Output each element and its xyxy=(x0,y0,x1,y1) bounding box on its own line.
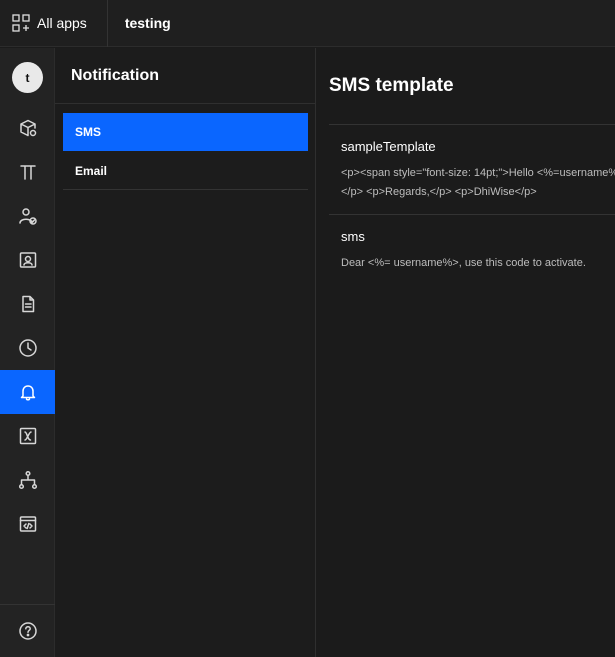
rail-item-notification[interactable] xyxy=(0,370,55,414)
template-card[interactable]: sms Dear <%= username%>, use this code t… xyxy=(329,214,615,294)
rail-item-models[interactable] xyxy=(0,106,55,150)
rail-item-flows[interactable] xyxy=(0,458,55,502)
notification-panel: Notification SMS Email xyxy=(55,48,316,657)
apps-grid-icon xyxy=(12,14,30,32)
sub-item-sms[interactable]: SMS xyxy=(63,113,308,151)
help-circle-icon xyxy=(18,622,37,640)
panel-title: Notification xyxy=(55,48,315,104)
clock-icon xyxy=(18,339,37,357)
user-check-icon xyxy=(18,208,37,225)
all-apps-label: All apps xyxy=(37,15,87,31)
document-icon xyxy=(21,295,34,313)
sub-item-email[interactable]: Email xyxy=(63,152,308,190)
template-name: sampleTemplate xyxy=(341,139,436,154)
template-card[interactable]: sampleTemplate <p><span style="font-size… xyxy=(329,124,615,214)
pi-icon xyxy=(19,165,36,180)
rail-item-code[interactable] xyxy=(0,502,55,546)
cube-gear-icon xyxy=(19,119,36,137)
rail-item-permissions[interactable] xyxy=(0,238,55,282)
rail-item-documents[interactable] xyxy=(0,282,55,326)
left-rail: t xyxy=(0,48,55,657)
rail-item-constants[interactable] xyxy=(0,150,55,194)
hierarchy-icon xyxy=(18,470,37,490)
bell-icon xyxy=(20,385,35,401)
rail-item-schedule[interactable] xyxy=(0,326,55,370)
avatar[interactable]: t xyxy=(12,62,43,93)
code-window-icon xyxy=(19,516,36,532)
rail-item-functions[interactable] xyxy=(0,414,55,458)
all-apps-button[interactable]: All apps xyxy=(0,0,108,47)
rail-divider xyxy=(0,604,55,605)
rail-item-roles[interactable] xyxy=(0,194,55,238)
function-icon xyxy=(19,427,36,445)
id-card-icon xyxy=(19,252,36,268)
template-body: Dear <%= username%>, use this code to ac… xyxy=(341,257,586,269)
template-body: <p><span style="font-size: 14pt;">Hello … xyxy=(341,167,615,198)
project-name[interactable]: testing xyxy=(125,15,171,31)
page-title: SMS template xyxy=(329,75,454,96)
top-bar: All apps testing xyxy=(0,0,615,47)
help-button[interactable] xyxy=(0,609,55,653)
template-name: sms xyxy=(341,229,365,244)
main-content: SMS template sampleTemplate <p><span sty… xyxy=(317,48,615,657)
